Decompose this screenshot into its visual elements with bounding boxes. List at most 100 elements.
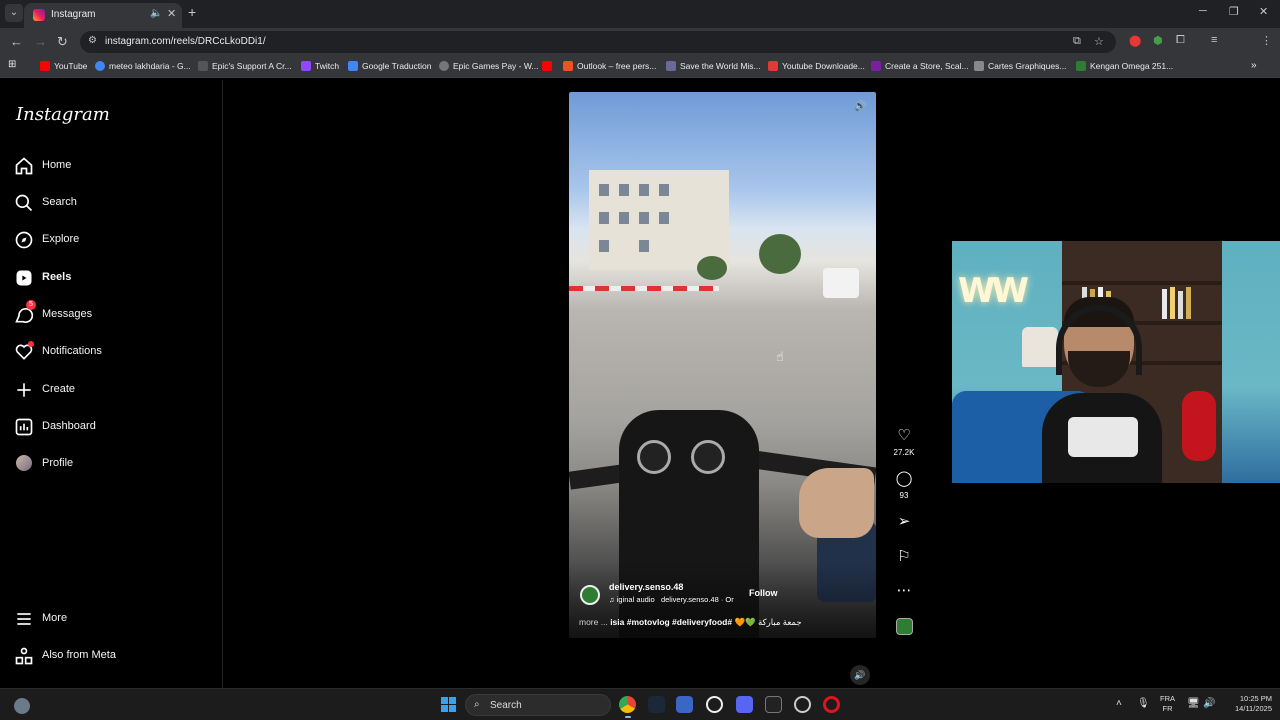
bookmark-item[interactable]: Cartes Graphiques... — [974, 61, 1066, 71]
epic-games-icon — [439, 61, 449, 71]
caption-more-link[interactable]: more ... — [579, 617, 608, 627]
speaker-icon[interactable]: 🔈 — [150, 8, 162, 19]
video-scene-curb — [569, 286, 719, 291]
author-username[interactable]: delivery.senso.48 — [609, 582, 683, 592]
chevron-up-icon[interactable]: ˄ — [1116, 698, 1122, 709]
bookmark-item[interactable]: Twitch — [301, 61, 339, 71]
maximize-icon[interactable]: ❐ — [1229, 5, 1239, 18]
epic-games-icon[interactable] — [765, 696, 782, 713]
chatgpt-icon[interactable] — [706, 696, 723, 713]
video-scene-tree — [697, 256, 727, 280]
discord-icon[interactable] — [736, 696, 753, 713]
close-window-icon[interactable]: ✕ — [1259, 5, 1268, 18]
fortnite-icon — [666, 61, 676, 71]
caption-hashtags[interactable]: isia #motovlog #deliveryfood# — [610, 617, 732, 627]
sidebar-item-notifications[interactable]: Notifications — [14, 340, 214, 366]
sidebar-item-create[interactable]: Create — [14, 378, 214, 404]
heart-icon[interactable]: ♡ — [893, 426, 915, 444]
network-icon[interactable]: 🖥 — [1187, 698, 1200, 709]
sidebar-item-also-from-meta[interactable]: Also from Meta — [14, 644, 214, 670]
compass-icon — [15, 231, 33, 249]
language-indicator[interactable]: FRA FR — [1160, 694, 1175, 714]
steam-icon[interactable] — [648, 696, 665, 713]
notification-dot — [28, 341, 34, 347]
more-options-icon[interactable]: ⋯ — [893, 581, 915, 599]
obs-icon[interactable] — [794, 696, 811, 713]
close-icon[interactable]: ✕ — [167, 7, 176, 20]
bookmark-item[interactable]: Kengan Omega 251... — [1076, 61, 1173, 71]
bookmark-item[interactable]: Epic Games Pay - W... — [439, 61, 539, 71]
sidebar-item-reels[interactable]: Reels — [14, 266, 214, 292]
site-info-icon[interactable]: ⚙ — [88, 35, 97, 46]
extension-red-icon[interactable]: ⬤ — [1129, 34, 1141, 47]
bookmark-item[interactable]: Youtube Downloade... — [768, 61, 865, 71]
speaker-icon[interactable]: 🔊 — [854, 101, 866, 112]
yc-icon — [871, 61, 881, 71]
sidebar-item-dashboard[interactable]: Dashboard — [14, 415, 214, 441]
app-icon[interactable] — [676, 696, 693, 713]
menu-icon — [17, 613, 31, 625]
bookmark-icon[interactable]: ⚐ — [893, 547, 915, 565]
bookmark-item[interactable] — [542, 61, 556, 71]
video-scene-gauge — [691, 440, 725, 474]
bookmark-item[interactable]: YouTube — [40, 61, 87, 71]
taskbar-search-label: Search — [490, 700, 522, 711]
sidebar-item-messages[interactable]: 5 Messages — [14, 300, 214, 329]
bookmark-item[interactable]: meteo lakhdaria - G... — [95, 61, 191, 71]
bookmark-star-icon[interactable]: ☆ — [1094, 35, 1104, 48]
audio-info[interactable]: ♫ iginal audio delivery.senso.48 · Or — [609, 595, 734, 604]
sidebar-item-home[interactable]: Home — [14, 154, 214, 180]
chevron-right-icon[interactable]: » — [1251, 60, 1257, 71]
sidebar-item-more[interactable]: More — [14, 607, 214, 633]
sidebar-item-label: Explore — [42, 233, 80, 245]
weather-icon[interactable] — [14, 698, 30, 714]
media-control-icon[interactable]: ≡ — [1211, 34, 1217, 46]
back-icon[interactable]: ← — [10, 34, 23, 49]
follow-button[interactable]: Follow — [749, 588, 778, 598]
sidebar-item-label: Home — [42, 159, 72, 171]
sidebar-item-explore[interactable]: Explore — [14, 228, 214, 254]
avatar — [16, 455, 32, 471]
tab-search-button[interactable]: ⌄ — [5, 4, 23, 22]
plus-icon — [17, 383, 31, 397]
address-bar[interactable]: ⚙ instagram.com/reels/DRCcLkoDDi1/ ⧉ ☆ — [80, 31, 1116, 53]
sidebar-item-label: Create — [42, 383, 76, 395]
bookmark-item[interactable]: Save the World Mis... — [666, 61, 761, 71]
windows-start-icon[interactable] — [441, 697, 456, 712]
audio-thumbnail[interactable] — [896, 618, 913, 635]
volume-icon[interactable]: 🔊 — [850, 665, 870, 685]
bookmark-item[interactable]: Create a Store, Scal... — [871, 61, 969, 71]
reload-icon[interactable]: ↻ — [57, 34, 68, 50]
forward-icon[interactable]: → — [34, 34, 47, 49]
url-text[interactable]: instagram.com/reels/DRCcLkoDDi1/ — [105, 36, 266, 47]
comment-icon[interactable]: ◯ — [893, 469, 915, 487]
system-clock[interactable]: 10:25 PM 14/11/2025 — [1224, 694, 1272, 714]
chrome-icon[interactable] — [619, 696, 636, 713]
instagram-favicon-icon — [33, 9, 45, 21]
reel-caption[interactable]: more ... isia #motovlog #deliveryfood# 🧡… — [579, 617, 802, 628]
sidebar-item-profile[interactable]: Profile — [14, 452, 214, 478]
opera-icon[interactable] — [823, 696, 840, 713]
tab-instagram[interactable]: Instagram 🔈 ✕ — [24, 3, 182, 28]
instagram-logo[interactable]: Instagram — [16, 104, 110, 125]
webcam-overlay: WW — [952, 241, 1280, 483]
bookmark-item[interactable]: Epic's Support A Cr... — [198, 61, 292, 71]
extensions-puzzle-icon[interactable]: ⧠ — [1176, 34, 1185, 47]
plus-icon[interactable]: + — [188, 4, 196, 20]
taskbar-search[interactable]: ⌕ Search — [465, 694, 611, 716]
minimize-icon[interactable]: ─ — [1199, 5, 1207, 17]
kebab-menu-icon[interactable]: ⋮ — [1261, 34, 1272, 47]
speaker-icon[interactable]: 🔊 — [1203, 698, 1215, 709]
search-icon: ⌕ — [474, 699, 480, 710]
messages-badge: 5 — [26, 300, 36, 310]
extension-shield-icon[interactable]: ⬢ — [1153, 34, 1163, 47]
install-app-icon[interactable]: ⧉ — [1073, 35, 1081, 48]
bookmark-item[interactable]: Outlook – free pers... — [563, 61, 656, 71]
sidebar-item-search[interactable]: Search — [14, 191, 214, 217]
share-icon[interactable]: ➢ — [893, 512, 915, 530]
bookmark-item[interactable]: Google Traduction — [348, 61, 431, 71]
author-avatar[interactable] — [580, 585, 600, 605]
reel-video[interactable]: 🔊 delivery.senso.48 ♫ iginal audio deliv… — [569, 92, 876, 638]
microphone-icon[interactable]: 🎙 — [1137, 698, 1150, 709]
apps-grid-icon[interactable]: ⊞ — [8, 59, 16, 70]
